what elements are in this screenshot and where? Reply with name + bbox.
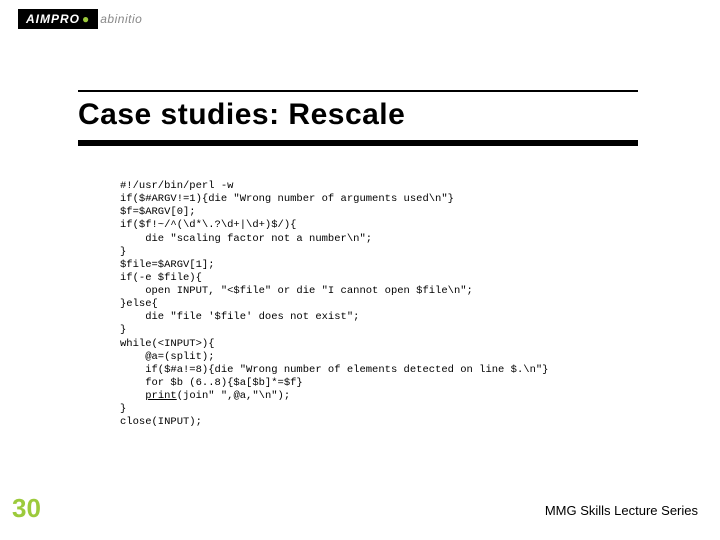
footer-text: MMG Skills Lecture Series	[545, 503, 698, 518]
code-line: while(<INPUT>){	[120, 338, 215, 350]
logo: AIMPRO● abinitio	[18, 8, 142, 30]
logo-dot-icon: ●	[82, 12, 90, 26]
code-line: @a=(split);	[120, 351, 215, 363]
logo-sub-text: abinitio	[100, 12, 142, 26]
title-rule-top	[78, 90, 638, 92]
code-line: }	[120, 403, 126, 415]
code-line-indent	[120, 390, 145, 402]
code-print-keyword: print	[145, 390, 177, 402]
code-line: close(INPUT);	[120, 416, 202, 428]
code-line-rest: (join" ",@a,"\n");	[177, 390, 290, 402]
code-line: if($f!~/^(\d*\.?\d+|\d+)$/){	[120, 219, 296, 231]
code-line: if($#ARGV!=1){die "Wrong number of argum…	[120, 193, 454, 205]
page-number: 30	[12, 493, 41, 524]
code-line: die "file '$file' does not exist";	[120, 311, 359, 323]
code-line: die "scaling factor not a number\n";	[120, 233, 372, 245]
code-line: if($#a!=8){die "Wrong number of elements…	[120, 364, 548, 376]
code-line: for $b (6..8){$a[$b]*=$f}	[120, 377, 303, 389]
code-line: $file=$ARGV[1];	[120, 259, 215, 271]
code-line: $f=$ARGV[0];	[120, 206, 196, 218]
code-block: #!/usr/bin/perl -w if($#ARGV!=1){die "Wr…	[120, 180, 548, 429]
code-line: open INPUT, "<$file" or die "I cannot op…	[120, 285, 473, 297]
code-line: if(-e $file){	[120, 272, 202, 284]
title-rule-bottom	[78, 140, 638, 146]
logo-main: AIMPRO●	[18, 9, 98, 29]
code-line: }else{	[120, 298, 158, 310]
code-line: }	[120, 246, 126, 258]
slide-title: Case studies: Rescale	[78, 98, 405, 132]
code-line: #!/usr/bin/perl -w	[120, 180, 233, 192]
logo-main-text: AIMPRO	[26, 12, 80, 26]
code-line: }	[120, 324, 126, 336]
